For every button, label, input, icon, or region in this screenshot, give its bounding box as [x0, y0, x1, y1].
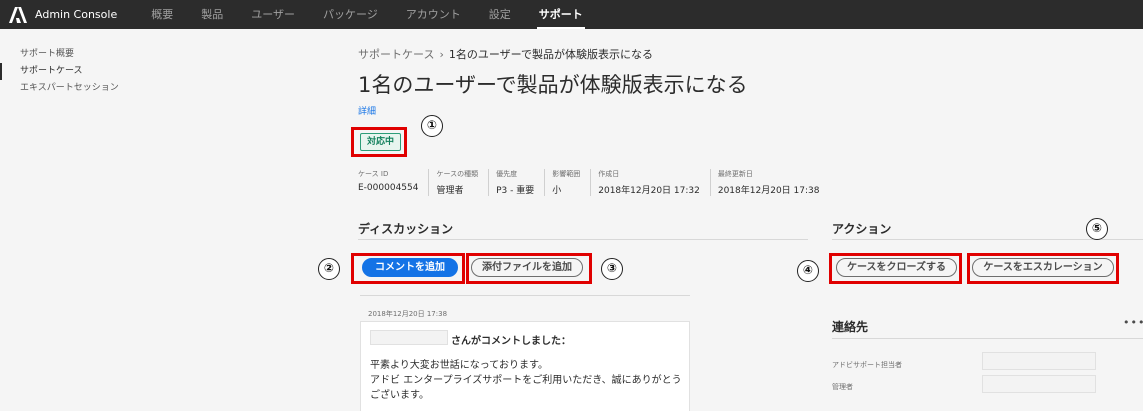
breadcrumb: サポートケース › 1名のユーザーで製品が体験版表示になる — [358, 46, 653, 62]
breadcrumb-separator: › — [439, 48, 444, 61]
sidebar-item-support-overview[interactable]: サポート概要 — [0, 46, 200, 63]
contact-field-admin — [982, 375, 1096, 393]
meta-label: ケースの種類 — [436, 170, 479, 178]
meta-value: E-000004554 — [358, 183, 419, 193]
contact-label-admin: 管理者 — [832, 383, 853, 391]
meta-label: ケース ID — [358, 170, 389, 178]
highlight-add-attachment — [466, 253, 592, 284]
nav-account[interactable]: アカウント — [392, 0, 475, 29]
meta-label: 作成日 — [598, 170, 620, 178]
top-nav: Admin Console 概要 製品 ユーザー パッケージ アカウント 設定 … — [0, 0, 1143, 29]
nav-users[interactable]: ユーザー — [237, 0, 309, 29]
discussion-heading: ディスカッション — [358, 222, 454, 236]
highlight-close-case — [829, 253, 962, 284]
adobe-logo-icon[interactable] — [9, 6, 27, 23]
meta-case-type: ケースの種類 管理者 — [428, 169, 478, 196]
meta-value: 小 — [552, 186, 562, 196]
contact-field-adobe-rep — [982, 352, 1096, 370]
meta-label: 最終更新日 — [717, 170, 753, 178]
breadcrumb-current: 1名のユーザーで製品が体験版表示になる — [448, 48, 653, 61]
meta-impact: 影響範囲 小 — [544, 169, 580, 196]
comment-author-text: さんがコメントしました： — [451, 336, 571, 347]
meta-label: 優先度 — [496, 170, 518, 178]
contact-label-adobe-rep: アドビサポート担当者 — [832, 361, 902, 369]
sidebar-item-expert-sessions[interactable]: エキスパートセッション — [0, 80, 200, 97]
nav-support[interactable]: サポート — [525, 0, 597, 29]
nav-packages[interactable]: パッケージ — [309, 0, 392, 29]
highlight-escalate — [967, 253, 1119, 284]
nav-products[interactable]: 製品 — [187, 0, 237, 29]
comment-line: ございます。 — [370, 390, 429, 401]
more-options-icon[interactable]: ••• — [1123, 316, 1143, 329]
marker-1: ① — [421, 115, 443, 137]
highlight-add-comment — [351, 253, 465, 284]
comment-line: 平素より大変お世話になっております。 — [370, 360, 548, 371]
comment-line: アドビ エンタープライズサポートをご利用いただき、誠にありがとう — [370, 375, 682, 386]
comment-card: さんがコメントしました： 平素より大変お世話になっております。 アドビ エンター… — [360, 321, 690, 411]
breadcrumb-parent[interactable]: サポートケース — [358, 48, 434, 61]
meta-value: P3 - 重要 — [496, 186, 535, 196]
marker-4: ④ — [797, 260, 819, 282]
meta-priority: 優先度 P3 - 重要 — [488, 169, 534, 196]
marker-3: ③ — [601, 258, 623, 280]
nav-overview[interactable]: 概要 — [137, 0, 187, 29]
meta-value: 2018年12月20日 17:32 — [598, 186, 700, 196]
meta-value: 管理者 — [436, 186, 464, 196]
marker-5: ⑤ — [1086, 218, 1108, 240]
actions-heading: アクション — [832, 222, 892, 236]
marker-2: ② — [318, 258, 340, 280]
meta-label: 影響範囲 — [552, 170, 581, 178]
details-link[interactable]: 詳細 — [358, 104, 376, 117]
contact-divider — [832, 338, 1143, 339]
page-title: 1名のユーザーで製品が体験版表示になる — [358, 73, 748, 97]
comment-user-name-redacted — [370, 330, 448, 345]
meta-value: 2018年12月20日 17:38 — [717, 186, 820, 196]
meta-case-id: ケース ID E-000004554 — [358, 169, 418, 196]
app-title[interactable]: Admin Console — [35, 8, 117, 21]
meta-updated: 最終更新日 2018年12月20日 17:38 — [709, 169, 820, 196]
contact-heading: 連絡先 — [832, 320, 869, 334]
highlight-status — [351, 127, 407, 157]
discussion-divider — [358, 239, 808, 240]
meta-created: 作成日 2018年12月20日 17:32 — [590, 169, 700, 196]
sidebar-item-support-cases[interactable]: サポートケース — [0, 63, 200, 80]
comment-date: 2018年12月20日 17:38 — [368, 310, 448, 318]
comment-divider — [360, 295, 690, 296]
nav-settings[interactable]: 設定 — [475, 0, 525, 29]
case-meta: ケース ID E-000004554 ケースの種類 管理者 優先度 P3 - 重… — [358, 169, 829, 196]
sidebar: サポート概要 サポートケース エキスパートセッション — [0, 46, 200, 97]
